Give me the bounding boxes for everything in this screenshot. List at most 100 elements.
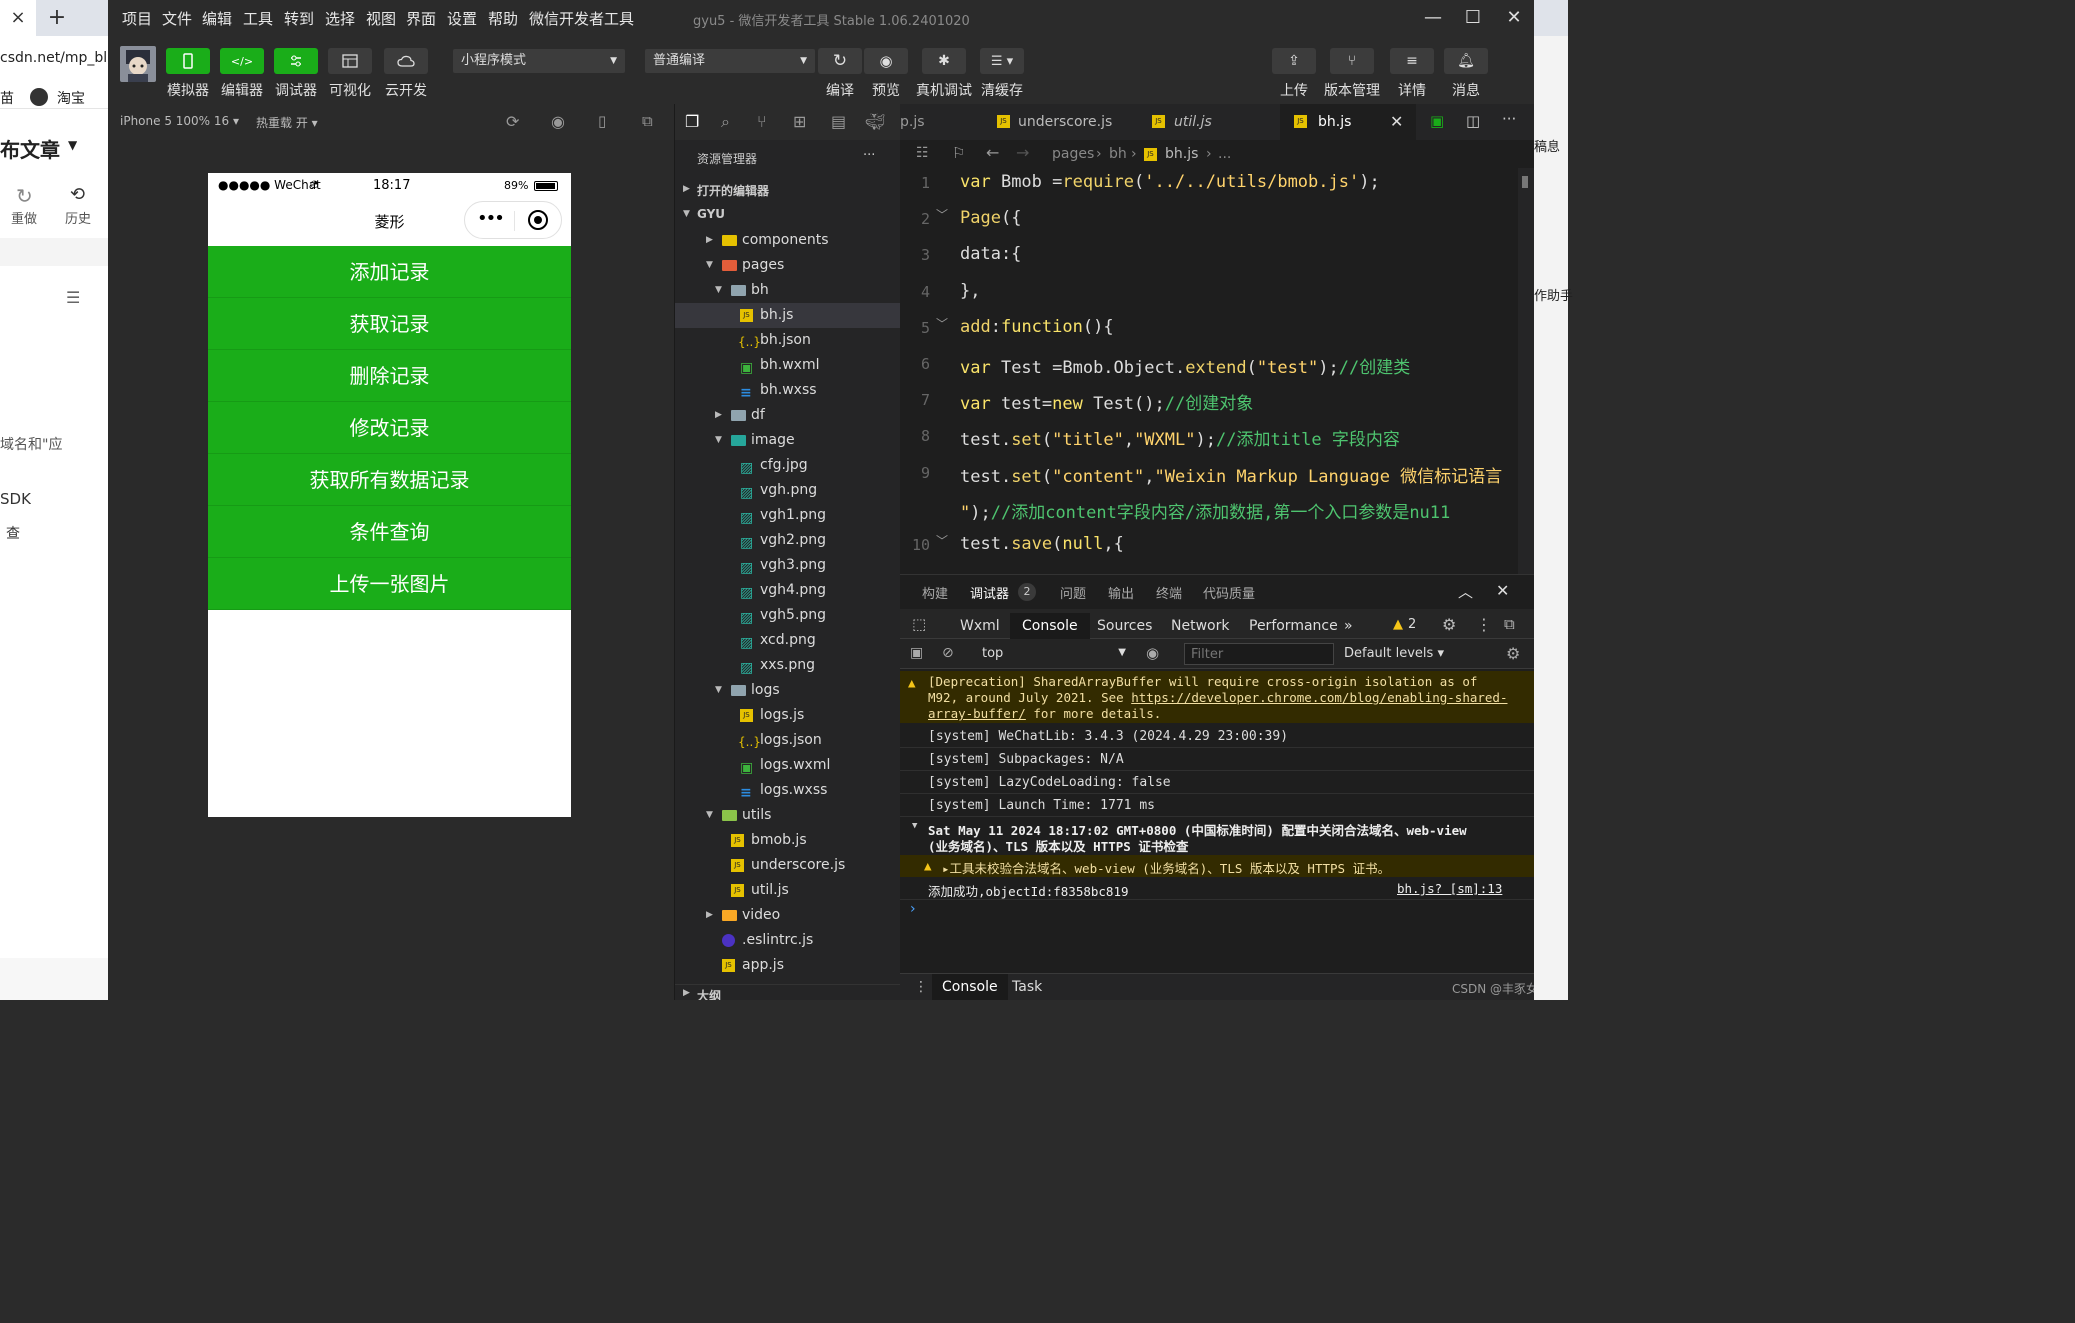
list-icon[interactable]: ☷ [916,145,929,161]
tree-file[interactable]: JS util.js [675,878,901,903]
tab-network[interactable]: Network [1159,613,1241,639]
close-mini-icon[interactable] [528,210,548,230]
edit-record-button[interactable]: 修改记录 [208,402,571,454]
chevron-up-icon[interactable]: ︿ [1458,581,1473,602]
minimize-button[interactable]: — [1421,6,1445,30]
tab-console[interactable]: Console [1010,613,1090,639]
chevron-down-icon[interactable]: ▼ [912,821,917,831]
mode-select[interactable]: 小程序模式 ▼ [453,49,625,73]
tree-folder[interactable]: ▼ bh [675,278,901,303]
tree-file[interactable]: {..} bh.json [675,328,901,353]
breadcrumb-file[interactable]: bh.js [1165,146,1198,162]
history-button[interactable]: 历史 [65,208,91,227]
close-button[interactable]: ✕ [1502,6,1526,30]
search-icon[interactable]: ⌕ [721,112,730,132]
forward-icon[interactable]: → [1016,143,1029,162]
popout-icon[interactable]: ⧉ [642,112,653,130]
fold-chevron-icon[interactable]: ﹀ [936,532,948,549]
device-select[interactable]: iPhone 5 100% 16 ▾ [120,114,239,128]
publish-article-title[interactable]: 布文章 [0,134,60,163]
get-record-button[interactable]: 获取记录 [208,298,571,350]
bookmark-icon[interactable]: ⚐ [952,144,965,162]
rotate-icon[interactable]: ⟳ [506,112,519,131]
tree-file[interactable]: {..} logs.json [675,728,901,753]
docker-icon[interactable]: 🐳︎ [865,112,885,131]
menu-project[interactable]: 项目 [122,8,152,29]
maximize-button[interactable]: ☐ [1461,6,1485,30]
upload-image-button[interactable]: 上传一张图片 [208,558,571,610]
menu-file[interactable]: 文件 [162,8,192,29]
bookmark-taobao[interactable]: 淘宝 [57,88,85,108]
console-settings-icon[interactable]: ⚙ [1506,644,1520,663]
breadcrumb-bh[interactable]: bh [1109,146,1127,162]
upload-button[interactable]: ⇪ [1272,48,1316,74]
editor-toggle[interactable]: </> [220,48,264,74]
sidebar-toggle-icon[interactable]: ▣ [910,645,923,661]
tab-util-js[interactable]: util.js [1174,104,1212,140]
tab-wxml[interactable]: Wxml [948,613,1012,639]
clear-cache-button[interactable]: ☰ ▾ [980,48,1024,74]
console-group[interactable]: ▼ Sat May 11 2024 18:17:02 GMT+0800 (中国标… [900,817,1534,855]
more-icon[interactable]: ••• [477,208,505,229]
tab-code-quality[interactable]: 代码质量 [1203,583,1255,602]
tree-file[interactable]: JS logs.js [675,703,901,728]
tree-file[interactable]: JS bmob.js [675,828,901,853]
tree-file[interactable]: ▣ logs.wxml [675,753,901,778]
tree-file[interactable]: JS bh.js [675,303,901,328]
tree-file[interactable]: ▨ vgh1.png [675,503,901,528]
tree-file[interactable]: ▨ cfg.jpg [675,453,901,478]
tree-file[interactable]: ▨ vgh5.png [675,603,901,628]
get-all-records-button[interactable]: 获取所有数据记录 [208,454,571,506]
add-record-button[interactable]: 添加记录 [208,246,571,298]
visual-toggle[interactable] [328,48,372,74]
delete-record-button[interactable]: 删除记录 [208,350,571,402]
browser-url[interactable]: csdn.net/mp_blog [0,44,108,72]
context-select[interactable]: top ▼ [976,644,1130,664]
tree-file[interactable]: JS app.js [675,953,901,978]
compile-mode-select[interactable]: 普通编译 ▼ [645,49,815,73]
tree-folder[interactable]: ▶ df [675,403,901,428]
breadcrumb-more[interactable]: ... [1218,146,1231,162]
open-editors-section[interactable]: ▶ 打开的编辑器 [675,178,901,202]
list-icon[interactable]: ☰ [66,288,80,307]
outline-section[interactable]: ▶ 大纲 [675,984,901,1000]
scroll-thumb[interactable] [1522,176,1528,188]
tree-folder[interactable]: ▶ components [675,228,901,253]
stop-icon[interactable]: ◉ [551,112,565,131]
deprecation-link-2[interactable]: array-buffer/ [928,706,1026,721]
version-button[interactable]: ⑂ [1330,48,1374,74]
compile-button[interactable]: ↻ [818,48,862,74]
avatar[interactable] [120,46,156,82]
drawer-tab-console[interactable]: Console [932,974,1008,1000]
bookmark-item[interactable]: 苗 [0,88,14,108]
tree-file[interactable]: ▨ vgh2.png [675,528,901,553]
settings-icon[interactable]: ⚙ [1442,615,1456,634]
tree-file[interactable]: JS underscore.js [675,853,901,878]
cloud-toggle[interactable] [384,48,428,74]
clear-console-icon[interactable]: ⊘ [942,645,954,661]
levels-select[interactable]: Default levels ▾ [1344,646,1444,661]
fold-chevron-icon[interactable]: ﹀ [936,206,948,223]
tree-file[interactable]: ▨ xcd.png [675,628,901,653]
source-control-icon[interactable]: ⑂ [757,112,767,131]
more-vertical-icon[interactable]: ⋮ [1476,615,1492,634]
hotreload-select[interactable]: 热重载 开 ▾ [256,114,318,131]
eye-icon[interactable]: ◉ [1146,644,1159,662]
fold-chevron-icon[interactable]: ﹀ [936,315,948,332]
breadcrumb-pages[interactable]: pages [1052,146,1094,162]
split-editor-icon[interactable]: ◫ [1466,112,1480,130]
simulator-toggle[interactable] [166,48,210,74]
details-button[interactable]: ≡ [1390,48,1434,74]
tree-folder[interactable]: ▼ pages [675,253,901,278]
console-prompt[interactable]: › [910,901,916,917]
close-tab-icon[interactable]: ✕ [1390,112,1403,131]
editor-scrollbar[interactable] [1518,168,1534,574]
tab-terminal[interactable]: 终端 [1156,583,1182,602]
menu-help[interactable]: 帮助 [488,8,518,29]
wxml-file-icon[interactable]: ▣ [1430,112,1444,130]
preview-button[interactable]: ◉ [864,48,908,74]
messages-button[interactable]: 🔔︎ [1444,48,1488,74]
menu-wechat-devtools[interactable]: 微信开发者工具 [529,8,634,29]
inspect-icon[interactable]: ⬚ [912,615,926,633]
back-icon[interactable]: ← [986,143,999,162]
